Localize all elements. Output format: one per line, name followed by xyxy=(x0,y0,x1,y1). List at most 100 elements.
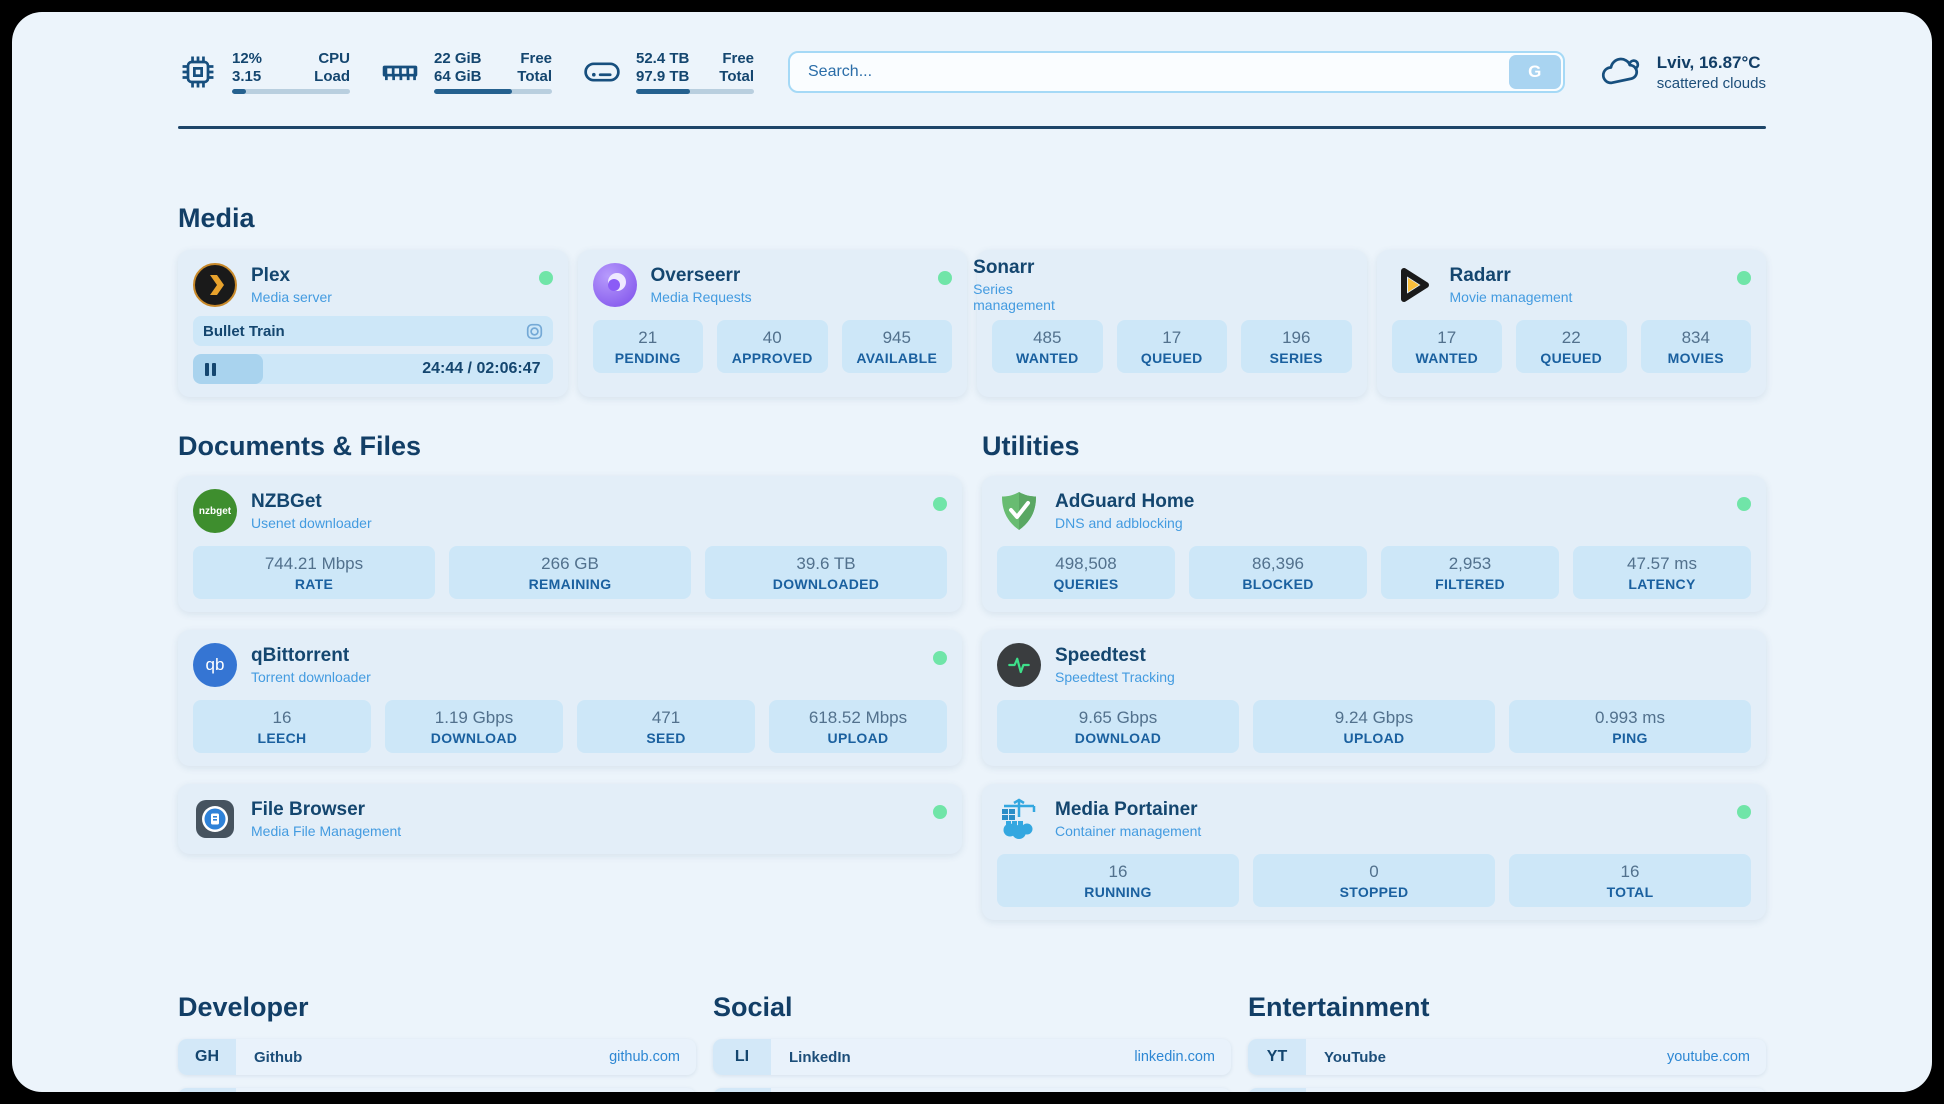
link-netflix[interactable]: NF Netflix netflix.com xyxy=(1248,1088,1766,1092)
pause-icon[interactable] xyxy=(205,363,216,376)
netflix-abbr: NF xyxy=(1248,1088,1306,1092)
stat-value: 0.993 ms xyxy=(1513,708,1747,728)
stat-label: STOPPED xyxy=(1257,884,1491,900)
portainer-icon xyxy=(997,797,1041,841)
stat-label: TOTAL xyxy=(1513,884,1747,900)
stat-value: 744.21 Mbps xyxy=(197,554,431,574)
ram-icon xyxy=(380,52,420,92)
header-divider xyxy=(178,126,1766,129)
nzbget-subtitle: Usenet downloader xyxy=(251,515,372,531)
portainer-stat-total: 16 TOTAL xyxy=(1509,854,1751,907)
section-title-media: Media xyxy=(178,203,1766,234)
stat-label: LEECH xyxy=(197,730,367,746)
radarr-title: Radarr xyxy=(1450,265,1573,287)
linkedin-abbr: LI xyxy=(713,1039,771,1075)
plex-now-playing-row[interactable]: Bullet Train xyxy=(193,316,553,346)
search-input[interactable] xyxy=(788,51,1565,93)
plex-progress-fill xyxy=(193,354,263,384)
stat-label: AVAILABLE xyxy=(846,350,949,366)
youtube-abbr: YT xyxy=(1248,1039,1306,1075)
portainer-status-dot xyxy=(1737,805,1751,819)
link-github[interactable]: GH Github github.com xyxy=(178,1039,696,1075)
stat-value: 945 xyxy=(846,328,949,348)
stat-label: FILTERED xyxy=(1385,576,1555,592)
stat-value: 16 xyxy=(1513,862,1747,882)
stat-label: QUEUED xyxy=(1121,350,1224,366)
sonarr-stat-wanted: 485 WANTED xyxy=(992,320,1103,373)
section-title-entertainment: Entertainment xyxy=(1248,992,1766,1023)
links-column-social: Social LI LinkedIn linkedin.com TW Twitt… xyxy=(713,992,1231,1092)
cpu-icon xyxy=(178,52,218,92)
disk-free-value: 52.4 TB xyxy=(636,50,689,67)
stat-label: UPLOAD xyxy=(1257,730,1491,746)
disk-total-value: 97.9 TB xyxy=(636,68,689,85)
disk-icon xyxy=(582,52,622,92)
link-youtube[interactable]: YT YouTube youtube.com xyxy=(1248,1039,1766,1075)
disk-progress-track xyxy=(636,89,754,94)
media-session-icon xyxy=(526,323,543,340)
overseerr-icon xyxy=(593,263,637,307)
link-stackoverflow[interactable]: SO StackOverflow stackoverflow.com xyxy=(178,1088,696,1092)
adguard-stat-queries: 498,508 QUERIES xyxy=(997,546,1175,599)
filebrowser-icon xyxy=(193,797,237,841)
radarr-status-dot xyxy=(1737,271,1751,285)
link-name: Netflix xyxy=(1324,1088,1370,1092)
portainer-stat-stopped: 0 STOPPED xyxy=(1253,854,1495,907)
link-twitter[interactable]: TW Twitter twitter.com xyxy=(713,1088,1231,1092)
speedtest-stat-ping: 0.993 ms PING xyxy=(1509,700,1751,753)
stat-value: 266 GB xyxy=(453,554,687,574)
link-name: Twitter xyxy=(789,1088,837,1092)
stat-label: RUNNING xyxy=(1001,884,1235,900)
ram-stat: 22 GiB 64 GiB Free Total xyxy=(380,50,552,94)
app-card-speedtest[interactable]: Speedtest Speedtest Tracking 9.65 Gbps D… xyxy=(982,630,1766,766)
stat-value: 471 xyxy=(581,708,751,728)
stat-label: WANTED xyxy=(996,350,1099,366)
section-title-utilities: Utilities xyxy=(982,431,1766,462)
stat-label: SEED xyxy=(581,730,751,746)
stat-value: 17 xyxy=(1396,328,1499,348)
stat-value: 40 xyxy=(721,328,824,348)
stat-value: 834 xyxy=(1645,328,1748,348)
sonarr-stat-series: 196 SERIES xyxy=(1241,320,1352,373)
stat-label: MOVIES xyxy=(1645,350,1748,366)
nzbget-icon: nzbget xyxy=(193,489,237,533)
stat-value: 1.19 Gbps xyxy=(389,708,559,728)
stat-label: QUEUED xyxy=(1520,350,1623,366)
sonarr-stat-queued: 17 QUEUED xyxy=(1117,320,1228,373)
qbittorrent-stat-download: 1.19 Gbps DOWNLOAD xyxy=(385,700,563,753)
nzbget-stat-downloaded: 39.6 TB DOWNLOADED xyxy=(705,546,947,599)
plex-progress-bar[interactable]: 24:44 / 02:06:47 xyxy=(193,354,553,384)
stat-label: PING xyxy=(1513,730,1747,746)
stat-label: DOWNLOAD xyxy=(389,730,559,746)
nzbget-status-dot xyxy=(933,497,947,511)
app-card-plex[interactable]: Plex Media server Bullet Train 24:44 / 0… xyxy=(178,250,568,397)
stat-label: PENDING xyxy=(597,350,700,366)
link-url: twitter.com xyxy=(1146,1088,1215,1092)
adguard-stat-filtered: 2,953 FILTERED xyxy=(1381,546,1559,599)
link-url: stackoverflow.com xyxy=(562,1088,680,1092)
stat-label: QUERIES xyxy=(1001,576,1171,592)
link-name: YouTube xyxy=(1324,1039,1386,1075)
app-card-qbittorrent[interactable]: qb qBittorrent Torrent downloader 16 LEE… xyxy=(178,630,962,766)
github-abbr: GH xyxy=(178,1039,236,1075)
link-linkedin[interactable]: LI LinkedIn linkedin.com xyxy=(713,1039,1231,1075)
app-card-filebrowser[interactable]: File Browser Media File Management xyxy=(178,784,962,854)
search-engine-button[interactable]: G xyxy=(1509,55,1561,89)
app-card-portainer[interactable]: Media Portainer Container management 16 … xyxy=(982,784,1766,920)
app-card-radarr[interactable]: Radarr Movie management 17 WANTED 22 QUE… xyxy=(1377,250,1767,397)
cpu-load-label: Load xyxy=(314,68,350,85)
stat-value: 16 xyxy=(1001,862,1235,882)
app-card-adguard[interactable]: AdGuard Home DNS and adblocking 498,508 … xyxy=(982,476,1766,612)
search-container: G xyxy=(788,51,1565,93)
app-card-sonarr[interactable]: Sonarr Series management 485 WANTED 17 Q… xyxy=(977,250,1367,397)
app-card-nzbget[interactable]: nzbget NZBGet Usenet downloader 744.21 M… xyxy=(178,476,962,612)
plex-time: 24:44 / 02:06:47 xyxy=(422,360,552,378)
ram-free-label: Free xyxy=(517,50,552,67)
stat-label: DOWNLOADED xyxy=(709,576,943,592)
app-card-overseerr[interactable]: Overseerr Media Requests 21 PENDING 40 A… xyxy=(578,250,968,397)
stat-label: REMAINING xyxy=(453,576,687,592)
plex-subtitle: Media server xyxy=(251,289,332,305)
ram-progress-track xyxy=(434,89,552,94)
stat-value: 39.6 TB xyxy=(709,554,943,574)
stat-label: BLOCKED xyxy=(1193,576,1363,592)
